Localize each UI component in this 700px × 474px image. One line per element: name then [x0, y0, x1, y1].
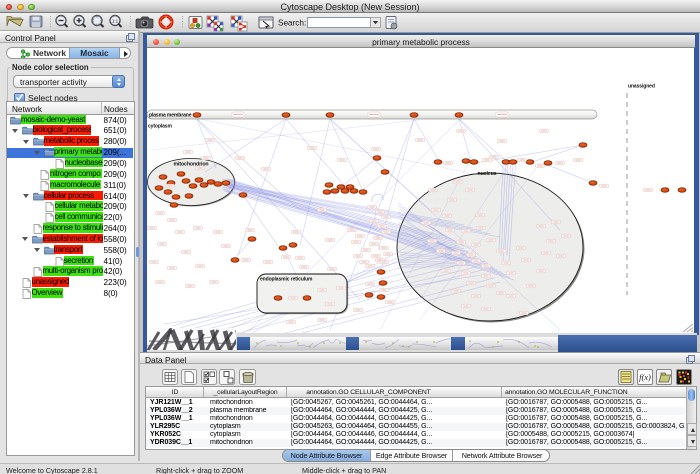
svg-text:plasma membrane: plasma membrane	[149, 113, 192, 119]
svg-text:endoplasmic reticulum: endoplasmic reticulum	[260, 277, 313, 283]
svg-text:f(x): f(x)	[639, 372, 651, 382]
svg-text:Search:: Search:	[278, 18, 306, 27]
svg-text:nucleus: nucleus	[478, 171, 497, 177]
svg-text:1:1: 1:1	[112, 19, 119, 24]
svg-text:unassigned: unassigned	[628, 84, 655, 90]
svg-text:cytoplasm: cytoplasm	[148, 124, 172, 130]
